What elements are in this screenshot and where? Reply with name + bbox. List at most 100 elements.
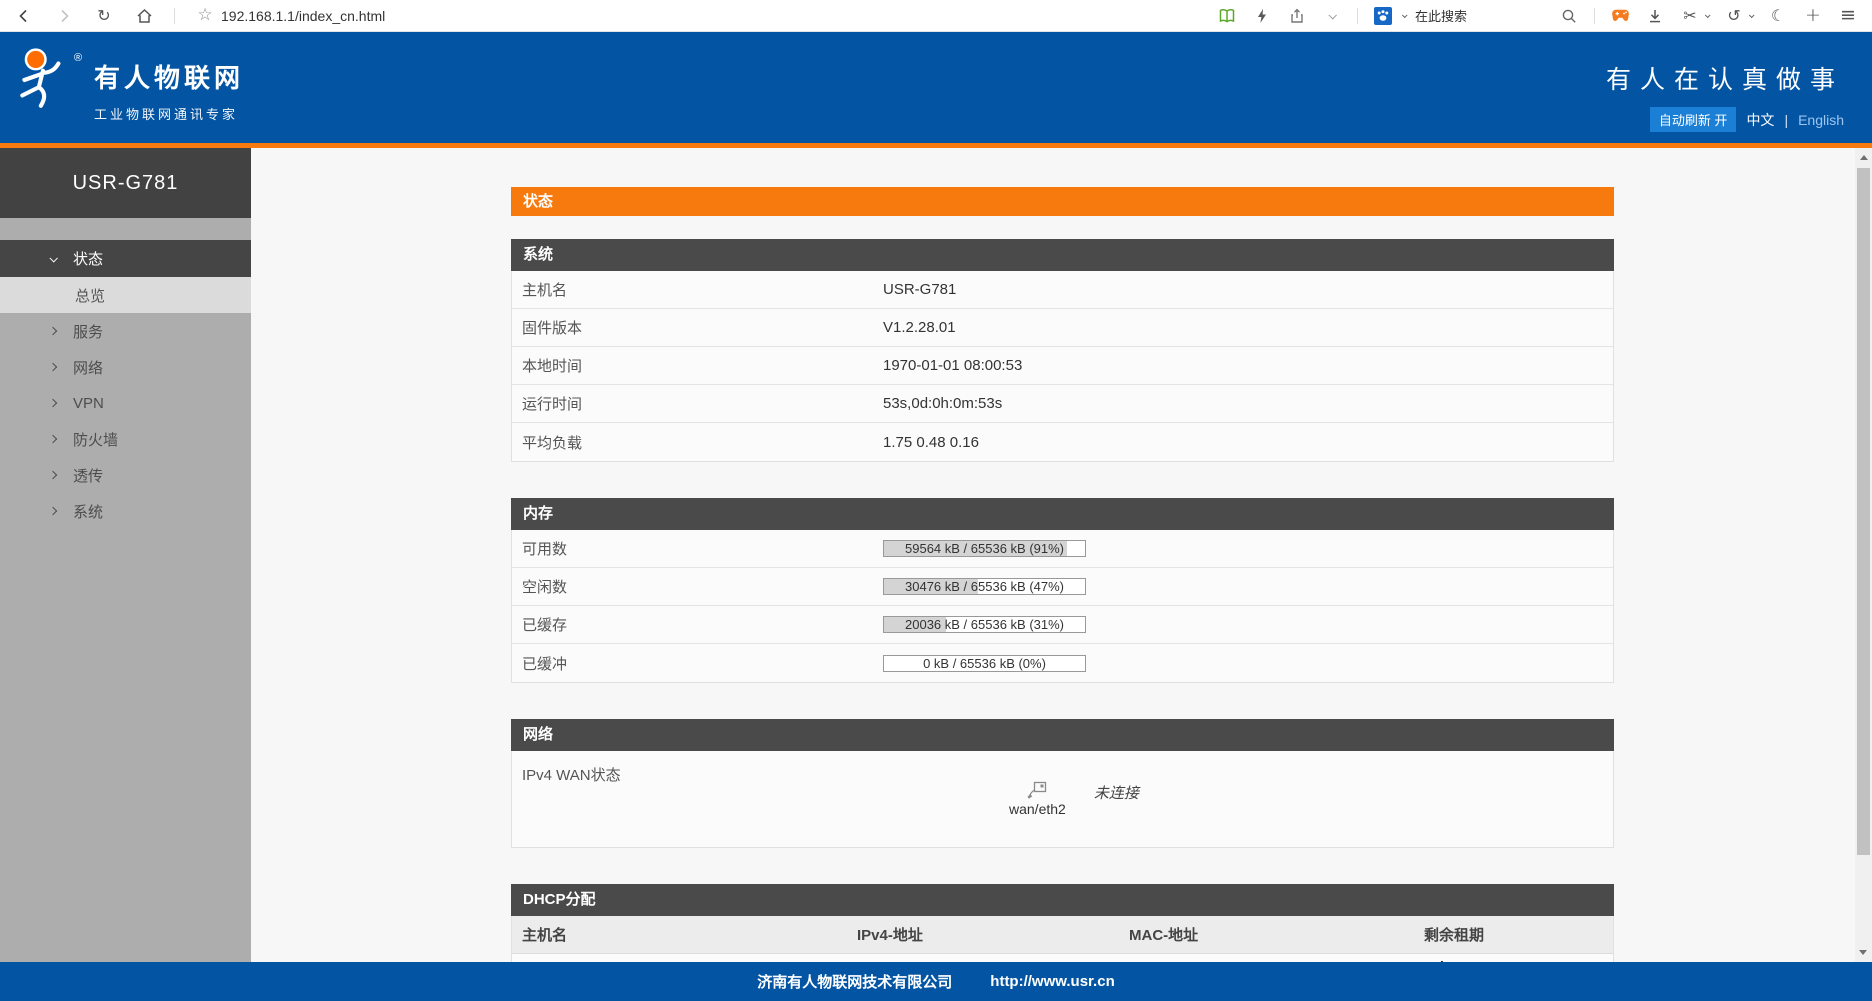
memory-row-label: 空闲数 <box>512 576 883 597</box>
scrollbar-down-arrow-icon[interactable] <box>1859 950 1867 955</box>
lang-chinese-link[interactable]: 中文 <box>1746 110 1774 130</box>
menu-hamburger-icon[interactable]: ≡ <box>1838 6 1858 26</box>
search-zone[interactable]: 在此搜索 <box>1373 6 1579 26</box>
company-name: 济南有人物联网技术有限公司 <box>757 971 952 992</box>
system-row-value: 1.75 0.48 0.16 <box>883 434 1613 451</box>
toolbar-chevron-down-icon[interactable] <box>1322 6 1342 26</box>
new-tab-plus-icon[interactable]: + <box>1803 6 1823 26</box>
registered-mark: ® <box>74 52 82 64</box>
home-icon[interactable] <box>134 6 154 26</box>
sidebar-menu: 状态总览服务网络VPN 防火墙透传系统 <box>0 240 251 529</box>
device-name: USR-G781 <box>0 148 251 218</box>
lang-english-link[interactable]: English <box>1798 112 1844 128</box>
auto-refresh-toggle[interactable]: 自动刷新 开 <box>1650 107 1737 132</box>
sidebar-item-label: 透传 <box>73 465 103 486</box>
screen: ↻ ☆ 192.168.1.1/index_cn.html <box>0 0 1872 1001</box>
memory-progress-bar: 30476 kB / 65536 kB (47%) <box>883 578 1086 595</box>
clip-caret-icon[interactable] <box>1705 12 1711 18</box>
page-scrollbar[interactable] <box>1855 148 1872 962</box>
memory-row: 已缓冲0 kB / 65536 kB (0%) <box>512 644 1613 682</box>
sidebar-item-services[interactable]: 服务 <box>0 313 251 349</box>
address-bar[interactable]: 192.168.1.1/index_cn.html <box>221 8 385 24</box>
sidebar-item-label: 防火墙 <box>73 429 118 450</box>
brand-logo[interactable]: ® 有人物联网 工业物联网通讯专家 <box>12 46 244 123</box>
memory-progress-bar: 20036 kB / 65536 kB (31%) <box>883 616 1086 633</box>
browser-toolbar: ↻ ☆ 192.168.1.1/index_cn.html <box>0 0 1872 32</box>
share-icon[interactable] <box>1287 6 1307 26</box>
memory-progress-text: 0 kB / 65536 kB (0%) <box>884 656 1085 672</box>
wan-status-label: IPv4 WAN状态 <box>512 751 883 847</box>
reading-mode-icon[interactable] <box>1217 6 1237 26</box>
mascot-icon <box>12 46 78 114</box>
brand-subtitle: 工业物联网通讯专家 <box>94 104 244 123</box>
search-icon[interactable] <box>1559 6 1579 26</box>
paw-search-engine-icon[interactable] <box>1373 6 1393 26</box>
sidebar-item-passthrough[interactable]: 透传 <box>0 457 251 493</box>
history-caret-icon[interactable] <box>1749 12 1755 18</box>
download-icon[interactable] <box>1645 6 1665 26</box>
page-title: 状态 <box>511 187 1614 216</box>
memory-row-value: 59564 kB / 65536 kB (91%) <box>883 540 1613 557</box>
search-input[interactable]: 在此搜索 <box>1415 6 1467 25</box>
dhcp-column-header: MAC-地址 <box>1129 924 1424 945</box>
sidebar-item-overview[interactable]: 总览 <box>0 277 251 313</box>
scissors-clip-icon[interactable]: ✂ <box>1680 6 1700 26</box>
lightning-icon[interactable] <box>1252 6 1272 26</box>
ethernet-port-icon <box>1027 781 1047 799</box>
dhcp-table-header: 主机名IPv4-地址MAC-地址剩余租期 <box>512 916 1613 954</box>
forward-icon <box>54 6 74 26</box>
undo-history-icon[interactable]: ↺ <box>1724 6 1744 26</box>
company-url-link[interactable]: http://www.usr.cn <box>990 973 1114 990</box>
toolbar-divider <box>1357 8 1358 24</box>
sidebar-item-status[interactable]: 状态 <box>0 240 251 277</box>
sidebar-item-label: 服务 <box>73 321 103 342</box>
system-row-label: 主机名 <box>512 279 883 300</box>
slogan: 有人在认真做事 <box>1606 60 1844 96</box>
scrollbar-thumb[interactable] <box>1857 168 1870 855</box>
system-row-label: 固件版本 <box>512 317 883 338</box>
night-mode-moon-icon[interactable]: ☾ <box>1768 6 1788 26</box>
scrollbar-up-arrow-icon[interactable] <box>1860 155 1868 160</box>
system-row-value: 1970-01-01 08:00:53 <box>883 357 1613 374</box>
toolbar-divider <box>174 8 175 24</box>
memory-row-value: 30476 kB / 65536 kB (47%) <box>883 578 1613 595</box>
sidebar-item-firewall[interactable]: 防火墙 <box>0 421 251 457</box>
chevron-right-icon <box>49 435 57 443</box>
system-section: 系统 主机名USR-G781固件版本V1.2.28.01本地时间1970-01-… <box>511 239 1614 462</box>
back-icon[interactable] <box>14 6 34 26</box>
network-section-title: 网络 <box>511 719 1614 751</box>
toolbar-divider <box>1594 8 1595 24</box>
site-header: ® 有人物联网 工业物联网通讯专家 有人在认真做事 自动刷新 开 中文 | En… <box>0 32 1872 143</box>
search-engine-caret-icon[interactable] <box>1402 12 1408 18</box>
sidebar-item-network[interactable]: 网络 <box>0 349 251 385</box>
memory-row-label: 已缓存 <box>512 614 883 635</box>
memory-progress-bar: 0 kB / 65536 kB (0%) <box>883 655 1086 672</box>
chevron-right-icon <box>49 363 57 371</box>
dhcp-column-header: 剩余租期 <box>1424 924 1613 945</box>
wan-interface-name: wan/eth2 <box>1009 801 1066 817</box>
refresh-icon[interactable]: ↻ <box>94 6 114 26</box>
memory-progress-bar: 59564 kB / 65536 kB (91%) <box>883 540 1086 557</box>
system-row-label: 运行时间 <box>512 393 883 414</box>
memory-row: 可用数59564 kB / 65536 kB (91%) <box>512 530 1613 568</box>
game-controller-icon[interactable] <box>1610 6 1630 26</box>
network-section: 网络 IPv4 WAN状态 wan/eth2 未连接 <box>511 719 1614 848</box>
page-footer: 济南有人物联网技术有限公司 http://www.usr.cn <box>0 962 1872 1001</box>
memory-progress-text: 59564 kB / 65536 kB (91%) <box>884 541 1085 557</box>
accent-strip <box>0 143 1872 148</box>
sidebar-item-label: 状态 <box>73 248 103 269</box>
wan-interface: wan/eth2 <box>1009 781 1066 817</box>
dhcp-column-header: IPv4-地址 <box>857 924 1129 945</box>
system-row-value: 53s,0d:0h:0m:53s <box>883 395 1613 412</box>
sidebar-item-system[interactable]: 系统 <box>0 493 251 529</box>
chevron-right-icon <box>49 471 57 479</box>
memory-section-title: 内存 <box>511 498 1614 530</box>
chevron-right-icon <box>49 327 57 335</box>
favorite-star-icon[interactable]: ☆ <box>195 6 215 26</box>
brand-title: 有人物联网 <box>94 58 244 95</box>
sidebar: USR-G781 状态总览服务网络VPN 防火墙透传系统 <box>0 148 251 1001</box>
main-content: 状态 系统 主机名USR-G781固件版本V1.2.28.01本地时间1970-… <box>251 148 1855 1001</box>
lang-divider: | <box>1784 112 1788 128</box>
sidebar-item-vpn[interactable]: VPN <box>0 385 251 421</box>
memory-row: 已缓存20036 kB / 65536 kB (31%) <box>512 606 1613 644</box>
